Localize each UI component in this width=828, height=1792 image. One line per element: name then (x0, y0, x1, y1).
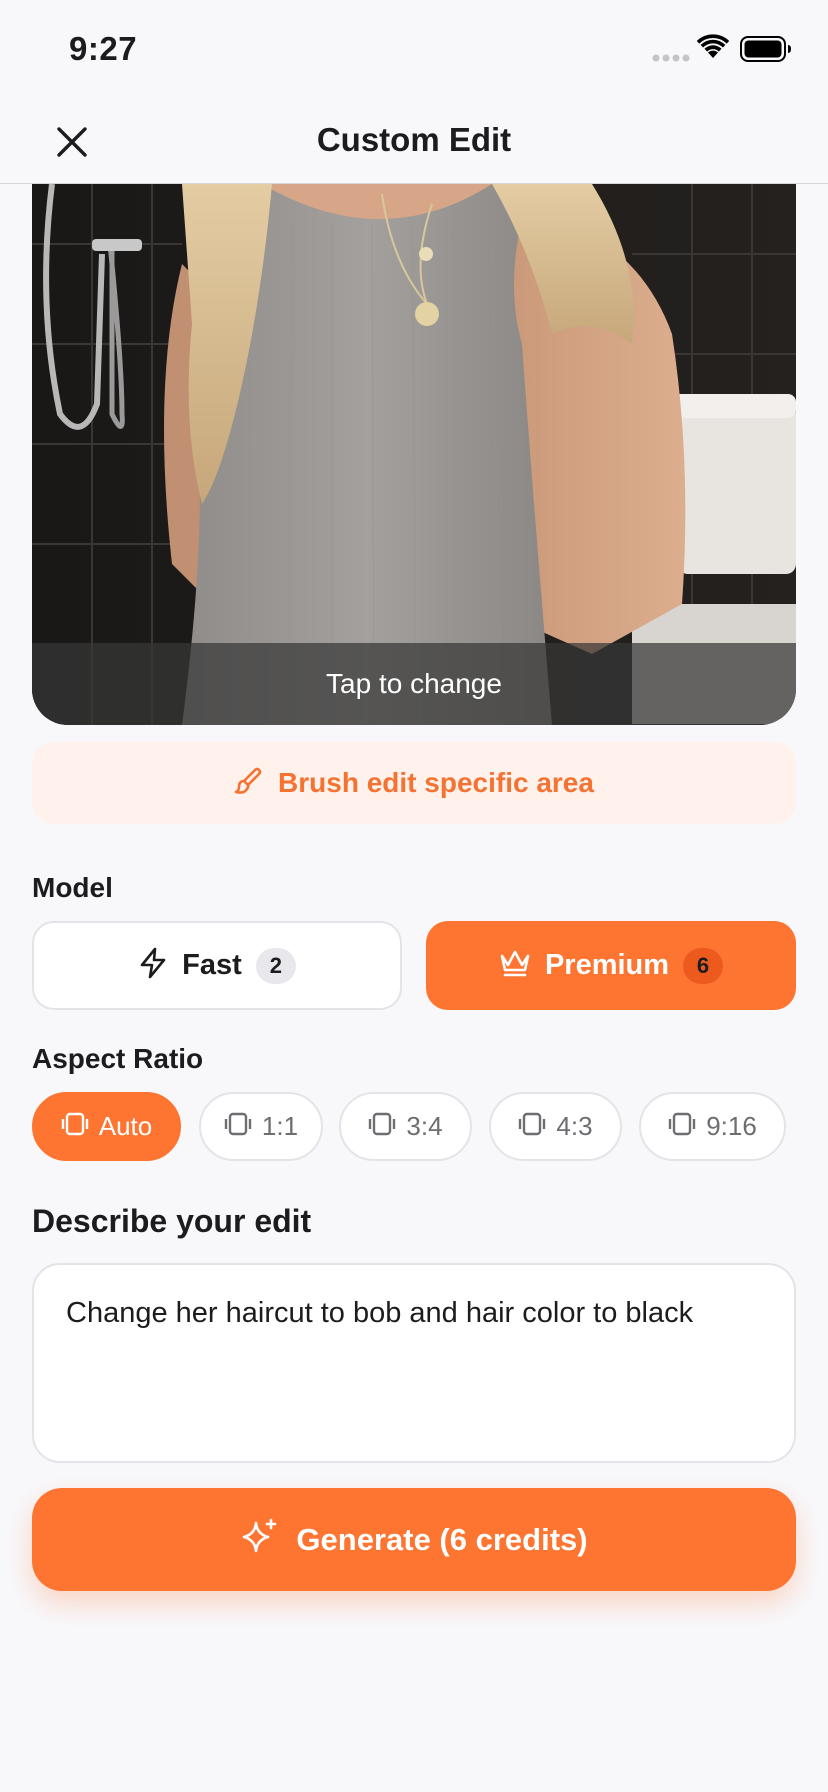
tap-to-change-label: Tap to change (326, 668, 502, 699)
tap-to-change-overlay[interactable]: Tap to change (32, 643, 796, 725)
aspect-chip-label: 4:3 (556, 1111, 593, 1141)
aspect-ratio-icon (61, 1110, 89, 1143)
generate-label: Generate (6 credits) (296, 1521, 588, 1557)
model-premium-credits-badge: 6 (683, 947, 724, 984)
aspect-chip-label: 3:4 (406, 1111, 443, 1141)
describe-section-label: Describe your edit (32, 1203, 312, 1239)
lightning-icon (138, 947, 168, 984)
aspect-chip-9-16[interactable]: 9:16 (639, 1092, 786, 1161)
sparkles-icon (240, 1517, 280, 1562)
aspect-chip-label: 1:1 (261, 1111, 299, 1141)
source-photo[interactable]: Tap to change (32, 184, 796, 725)
crown-icon (499, 948, 531, 983)
status-time: 9:27 (69, 30, 138, 67)
model-section-label: Model (32, 872, 113, 903)
aspect-chip-3-4[interactable]: 3:4 (339, 1092, 472, 1161)
aspect-ratio-icon (518, 1110, 546, 1143)
aspect-ratio-icon (224, 1110, 252, 1143)
cellular-signal-icon (652, 50, 690, 68)
aspect-chip-label: Auto (98, 1111, 153, 1141)
brush-edit-button[interactable]: Brush edit specific area (32, 742, 796, 824)
aspect-ratio-icon (368, 1110, 396, 1143)
status-bar: 9:27 (0, 0, 828, 100)
brush-icon (234, 766, 264, 801)
generate-button[interactable]: Generate (6 credits) (32, 1488, 796, 1591)
aspect-chip-label: 9:16 (706, 1111, 757, 1141)
aspect-chip-4-3[interactable]: 4:3 (489, 1092, 622, 1161)
model-premium-label: Premium (544, 949, 670, 981)
aspect-chip-1-1[interactable]: 1:1 (199, 1092, 323, 1161)
model-fast-credits-badge: 2 (255, 947, 296, 984)
nav-bar: Custom Edit (0, 100, 828, 184)
wifi-icon (696, 34, 730, 65)
battery-icon (740, 36, 792, 67)
model-fast-button[interactable]: Fast 2 (32, 921, 402, 1010)
brush-edit-label: Brush edit specific area (278, 767, 594, 798)
aspect-ratio-section-label: Aspect Ratio (32, 1043, 204, 1074)
aspect-ratio-icon (668, 1110, 696, 1143)
model-fast-label: Fast (182, 949, 242, 981)
page-title: Custom Edit (316, 121, 512, 158)
edit-description-field[interactable]: Change her haircut to bob and hair color… (32, 1263, 796, 1463)
aspect-chip-auto[interactable]: Auto (32, 1092, 181, 1161)
model-premium-button[interactable]: Premium 6 (426, 921, 796, 1010)
